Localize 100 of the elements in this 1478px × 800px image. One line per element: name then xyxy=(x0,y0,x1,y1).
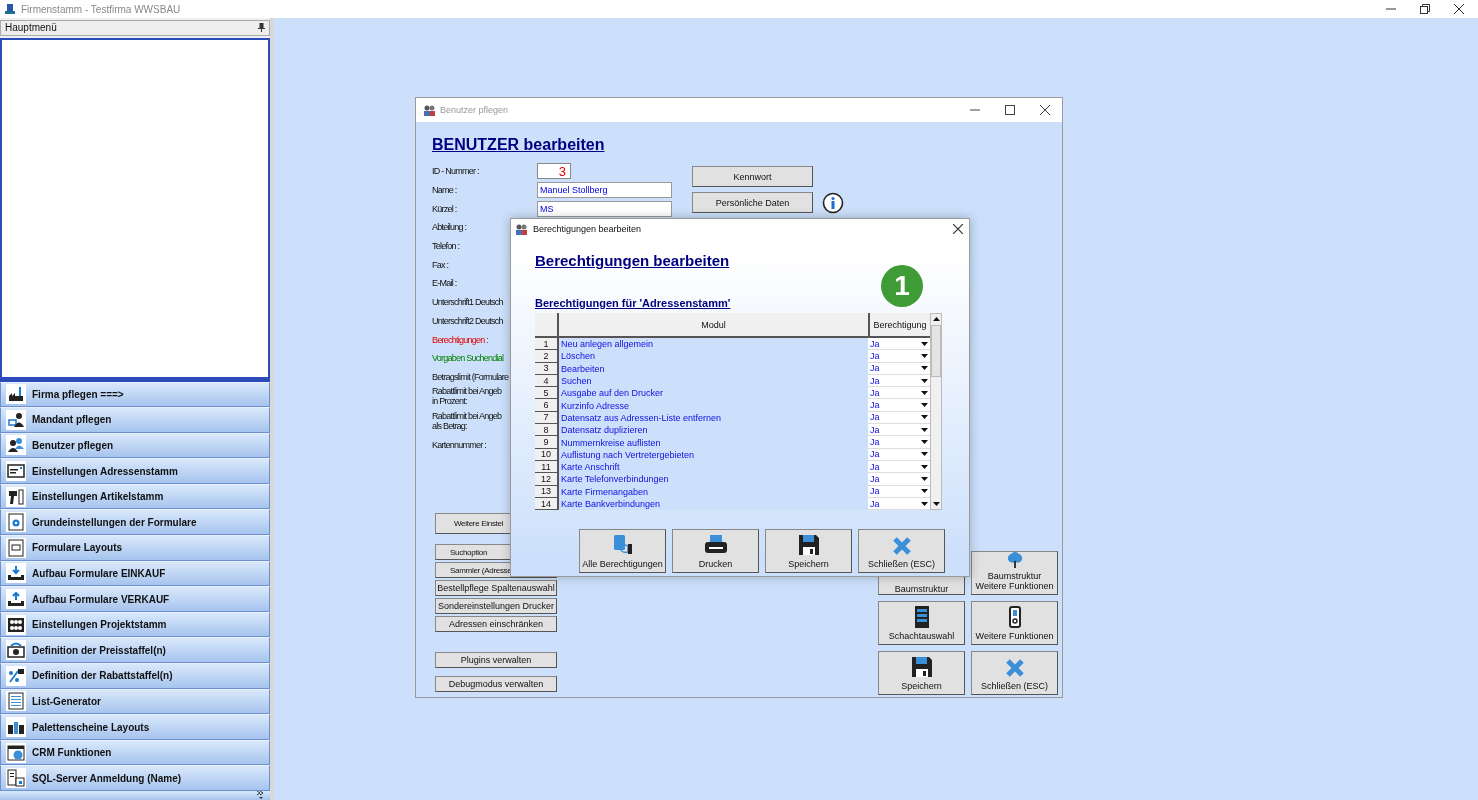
menu-item[interactable]: Einstellungen Adressenstamm xyxy=(0,458,270,484)
close-icon[interactable] xyxy=(1040,105,1050,115)
restore-icon[interactable] xyxy=(1420,4,1430,14)
table-cell-text: Datensatz aus Adressen-Liste entfernen xyxy=(560,411,723,425)
tree-icon xyxy=(1005,552,1024,568)
dropdown[interactable]: Ja xyxy=(868,436,930,449)
document-icon xyxy=(6,537,26,558)
dropdown[interactable]: Ja xyxy=(868,387,930,400)
scrollbar[interactable] xyxy=(930,313,942,511)
dropdown[interactable]: Ja xyxy=(868,473,930,486)
push-button[interactable]: Speichern xyxy=(765,529,852,574)
device-icon xyxy=(1008,606,1021,628)
menu-item[interactable]: Aufbau Formulare VERKAUF xyxy=(0,586,270,612)
dialog-heading: Berechtigungen bearbeiten xyxy=(535,252,730,269)
menu-item[interactable]: Palettenscheine Layouts xyxy=(0,714,270,740)
menu-item[interactable]: Definition der Preisstaffel(n) xyxy=(0,637,270,664)
field-label: Name : xyxy=(432,185,457,196)
server-icon xyxy=(6,768,26,789)
push-button[interactable]: Schließen (ESC) xyxy=(971,651,1058,695)
push-button[interactable]: Debugmodus verwalten xyxy=(435,676,557,692)
form-heading: BENUTZER bearbeiten xyxy=(432,136,605,154)
dropdown[interactable]: Ja xyxy=(868,424,930,437)
menu-item[interactable]: Formulare Layouts xyxy=(0,535,270,561)
window-title: Firmenstamm - Testfirma WWSBAU xyxy=(21,3,181,15)
row-number: 2 xyxy=(535,350,559,363)
field-label: Unterschrift2 Deutsch xyxy=(432,315,503,326)
scroll-thumb[interactable] xyxy=(931,325,941,377)
close-icon[interactable] xyxy=(953,224,963,234)
dropdown[interactable]: Ja xyxy=(868,399,930,412)
address-card-icon xyxy=(6,461,26,482)
tray-upload-icon xyxy=(6,589,26,610)
field-label: Telefon : xyxy=(432,241,460,252)
dropdown-arrow-icon xyxy=(921,440,928,444)
document-gear-icon xyxy=(6,512,26,533)
field-label: Fax : xyxy=(432,259,449,270)
info-icon[interactable] xyxy=(822,192,844,214)
maximize-icon[interactable] xyxy=(1005,105,1015,115)
menu-item[interactable]: Aufbau Formulare EINKAUF xyxy=(0,560,270,587)
field-label: Vorgaben Suchendial xyxy=(432,353,504,364)
push-button[interactable]: Drucken xyxy=(672,529,759,574)
users-icon xyxy=(422,103,436,117)
menu-item[interactable]: CRM Funktionen xyxy=(0,739,270,766)
push-button[interactable]: Schachtauswahl xyxy=(878,601,965,645)
row-number: 12 xyxy=(535,473,559,486)
table-cell-text: Kurzinfo Adresse xyxy=(560,399,631,412)
table-cell-text: Datensatz duplizieren xyxy=(560,424,649,437)
menu-item[interactable]: Einstellungen Projektstamm xyxy=(0,611,270,638)
push-button[interactable]: Sondereinstellungen Drucker xyxy=(435,598,557,614)
row-number: 6 xyxy=(535,399,559,412)
dialog-title: Berechtigungen bearbeiten xyxy=(533,224,642,234)
push-button[interactable]: Kennwort xyxy=(692,166,813,187)
push-button[interactable]: Alle Berechtigungen xyxy=(579,529,666,574)
menu-item[interactable]: Definition der Rabattstaffel(n) xyxy=(0,663,270,689)
table-cell-text: Nummernkreise auflisten xyxy=(560,436,662,449)
close-icon[interactable] xyxy=(1454,4,1464,14)
dropdown[interactable]: Ja xyxy=(868,338,930,351)
field-label: Kartennummer : xyxy=(432,439,487,450)
pin-icon[interactable] xyxy=(258,23,265,33)
menu-item[interactable]: Mandant pflegen xyxy=(0,407,270,433)
list-icon xyxy=(6,691,26,712)
push-button[interactable]: Persönliche Daten xyxy=(692,192,813,213)
row-number: 5 xyxy=(535,387,559,400)
field-label: ID - Nummer : xyxy=(432,166,479,177)
menu-item[interactable]: Benutzer pflegen xyxy=(0,432,270,459)
push-button[interactable]: Bestellpflege Spaltenauswahl xyxy=(435,580,557,596)
field-label: Berechtigungen : xyxy=(432,334,489,345)
push-button[interactable]: Baumstruktur Weitere Funktionen xyxy=(971,551,1058,595)
field-label: Kürzel : xyxy=(432,203,457,214)
app-icon xyxy=(4,3,16,15)
menu-item[interactable]: SQL-Server Anmeldung (Name) xyxy=(0,765,270,791)
chevron-icon[interactable] xyxy=(257,791,264,800)
push-button[interactable]: Schließen (ESC) xyxy=(858,529,945,574)
users-icon xyxy=(514,222,528,236)
menu-item[interactable]: List-Generator xyxy=(0,688,270,715)
push-button[interactable]: Plugins verwalten xyxy=(435,652,557,668)
push-button[interactable]: Speichern xyxy=(878,651,965,695)
push-button[interactable]: Adressen einschränken xyxy=(435,616,557,632)
dropdown[interactable]: Ja xyxy=(868,350,930,363)
table-cell-text: Ausgabe auf den Drucker xyxy=(560,387,665,400)
menu-item[interactable]: Grundeinstellungen der Formulare xyxy=(0,509,270,536)
user-icon xyxy=(6,409,26,430)
id-field[interactable]: 3 xyxy=(537,163,571,180)
users-icon xyxy=(6,435,26,456)
menu-item[interactable]: Firma pflegen ===> xyxy=(0,381,270,408)
input-field[interactable]: Manuel Stollberg xyxy=(537,182,672,199)
push-button[interactable]: Weitere Funktionen xyxy=(971,601,1058,645)
money-icon xyxy=(6,640,26,661)
input-field[interactable]: MS xyxy=(537,200,672,217)
field-label: Betragslimit (Formulare xyxy=(432,371,509,382)
step-badge: 1 xyxy=(881,265,923,307)
grid-icon xyxy=(6,614,26,635)
table-cell-text: Bearbeiten xyxy=(560,362,606,375)
splitter-handle[interactable] xyxy=(0,376,270,382)
scroll-up-icon[interactable] xyxy=(932,317,940,321)
menu-item[interactable]: Einstellungen Artikelstamm xyxy=(0,483,270,510)
close-icon xyxy=(891,536,912,557)
row-number: 1 xyxy=(535,338,559,351)
table-cell-text: Neu anlegen allgemein xyxy=(560,338,655,351)
tablet-hand-icon xyxy=(611,534,634,557)
scroll-down-icon[interactable] xyxy=(932,502,940,507)
